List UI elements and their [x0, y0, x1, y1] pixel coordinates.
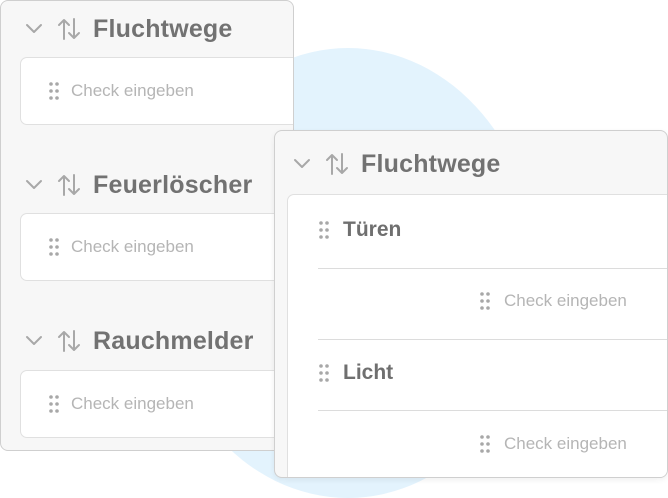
section-title: Rauchmelder: [93, 326, 254, 355]
checklist-item-licht[interactable]: Licht: [317, 361, 393, 385]
divider: [318, 410, 667, 411]
check-input-placeholder: Check eingeben: [504, 291, 627, 310]
check-input-field[interactable]: Check eingeben: [20, 370, 293, 438]
section-title: Fluchtwege: [361, 149, 501, 178]
divider: [318, 268, 667, 269]
chevron-down-icon[interactable]: [23, 330, 45, 352]
drag-handle-icon[interactable]: [47, 81, 61, 101]
drag-handle-icon[interactable]: [47, 394, 61, 414]
drag-handle-icon[interactable]: [478, 291, 492, 311]
sub-check-input-field[interactable]: Check eingeben: [478, 291, 627, 311]
sub-check-input-field[interactable]: Check eingeben: [478, 434, 627, 454]
section-header-rauchmelder[interactable]: Rauchmelder: [23, 324, 254, 358]
section-header-fluchtwege[interactable]: Fluchtwege: [23, 12, 233, 46]
chevron-down-icon[interactable]: [23, 174, 45, 196]
chevron-down-icon[interactable]: [23, 18, 45, 40]
check-input-field[interactable]: Check eingeben: [20, 213, 293, 281]
check-input-field[interactable]: Check eingeben: [20, 57, 293, 125]
sort-arrows-icon[interactable]: [55, 327, 83, 355]
checklist-item-label: Türen: [343, 218, 402, 241]
check-input-placeholder: Check eingeben: [504, 434, 627, 453]
section-header-feuerloescher[interactable]: Feuerlöscher: [23, 168, 252, 202]
chevron-down-icon[interactable]: [291, 153, 313, 175]
checklist-panel-right: Fluchtwege Türen Check eingeben Licht Ch…: [274, 130, 668, 478]
drag-handle-icon[interactable]: [317, 363, 331, 383]
section-header-fluchtwege[interactable]: Fluchtwege: [291, 147, 501, 181]
checklist-panel-left: Fluchtwege Check eingeben Feuerlöscher C…: [0, 0, 294, 451]
section-title: Feuerlöscher: [93, 170, 253, 199]
checklist-items-container: Türen Check eingeben Licht Check eingebe…: [287, 194, 667, 477]
drag-handle-icon[interactable]: [317, 220, 331, 240]
drag-handle-icon[interactable]: [47, 237, 61, 257]
check-input-placeholder: Check eingeben: [71, 81, 194, 100]
checklist-item-tueren[interactable]: Türen: [317, 218, 401, 242]
sort-arrows-icon[interactable]: [55, 171, 83, 199]
section-title: Fluchtwege: [93, 14, 233, 43]
sort-arrows-icon[interactable]: [323, 150, 351, 178]
check-input-placeholder: Check eingeben: [71, 237, 194, 256]
drag-handle-icon[interactable]: [478, 434, 492, 454]
check-input-placeholder: Check eingeben: [71, 394, 194, 413]
sort-arrows-icon[interactable]: [55, 15, 83, 43]
divider: [318, 339, 667, 340]
checklist-item-label: Licht: [343, 361, 394, 384]
